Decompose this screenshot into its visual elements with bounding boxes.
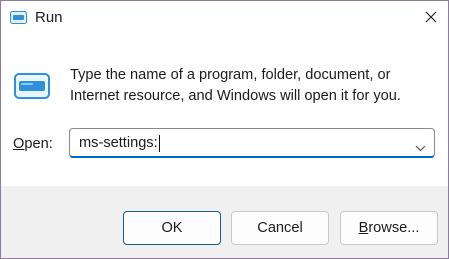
open-label-mnemonic: O <box>13 136 25 152</box>
browse-button[interactable]: Browse... <box>340 211 438 245</box>
run-icon <box>14 73 50 99</box>
description-text: Type the name of a program, folder, docu… <box>70 67 401 104</box>
text-cursor <box>159 135 160 152</box>
ok-button[interactable]: OK <box>123 211 221 245</box>
open-combobox[interactable]: ms-settings: <box>69 128 435 158</box>
dropdown-button[interactable] <box>415 139 426 157</box>
close-icon <box>425 11 437 23</box>
browse-mnemonic: B <box>358 220 369 236</box>
open-label: Open: <box>13 136 53 152</box>
run-dialog: Run Type the name of a program, folder, … <box>1 1 448 258</box>
button-bar: OK Cancel Browse... <box>1 186 448 258</box>
close-button[interactable] <box>412 1 448 35</box>
cancel-button[interactable]: Cancel <box>231 211 329 245</box>
open-label-rest: pen: <box>24 136 53 152</box>
open-input[interactable]: ms-settings: <box>79 135 158 151</box>
window-title: Run <box>35 9 63 26</box>
browse-label-rest: rowse... <box>368 220 420 236</box>
chevron-down-icon <box>415 145 426 152</box>
title-bar[interactable]: Run <box>1 1 448 35</box>
run-icon <box>10 11 27 24</box>
